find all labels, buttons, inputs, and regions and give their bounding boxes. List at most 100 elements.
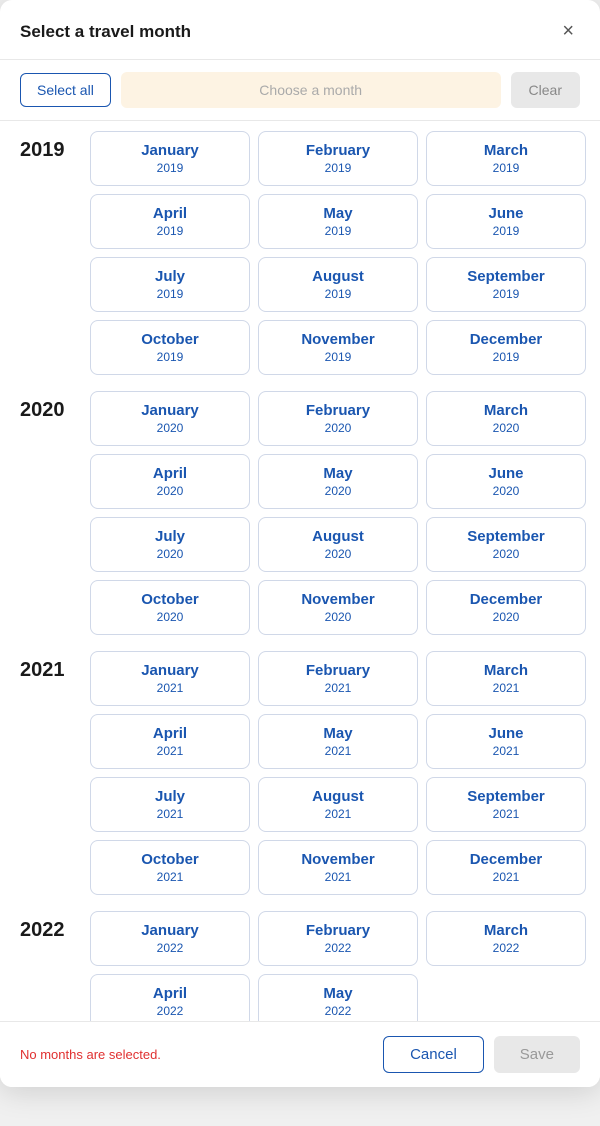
month-button-march-2021[interactable]: March 2021 bbox=[426, 651, 586, 706]
months-grid-2019: January2019February2019March2019April201… bbox=[90, 131, 586, 375]
month-name-label: April bbox=[153, 725, 187, 742]
month-button-december-2019[interactable]: December2019 bbox=[426, 320, 586, 375]
month-button-september-2020[interactable]: September2020 bbox=[426, 517, 586, 572]
month-year-label: 2020 bbox=[325, 421, 352, 435]
month-year-label: 2019 bbox=[325, 287, 352, 301]
month-name-label: January bbox=[141, 142, 199, 159]
month-year-label: 2021 bbox=[325, 870, 352, 884]
month-name-label: February bbox=[306, 922, 370, 939]
month-button-april-2022[interactable]: April 2022 bbox=[90, 974, 250, 1021]
month-name-label: April bbox=[153, 465, 187, 482]
month-year-label: 2019 bbox=[157, 350, 184, 364]
month-name-label: June bbox=[488, 205, 523, 222]
month-button-february-2020[interactable]: February2020 bbox=[258, 391, 418, 446]
month-button-january-2022[interactable]: January2022 bbox=[90, 911, 250, 966]
month-button-december-2020[interactable]: December2020 bbox=[426, 580, 586, 635]
month-name-label: June bbox=[488, 465, 523, 482]
month-name-label: September bbox=[467, 788, 545, 805]
month-button-june-2021[interactable]: June2021 bbox=[426, 714, 586, 769]
months-grid-2021: January2021February2021March2021April202… bbox=[90, 651, 586, 895]
choose-month-display: Choose a month bbox=[121, 72, 501, 108]
month-button-february-2022[interactable]: February2022 bbox=[258, 911, 418, 966]
year-section-2019: 2019January2019February2019March2019Apri… bbox=[20, 131, 586, 375]
footer-actions: Cancel Save bbox=[383, 1036, 580, 1073]
month-button-may-2021[interactable]: May2021 bbox=[258, 714, 418, 769]
month-button-september-2021[interactable]: September 2021 bbox=[426, 777, 586, 832]
month-button-january-2019[interactable]: January 2019 bbox=[90, 131, 250, 186]
months-scroll-area: 2019January2019February2019March2019Apri… bbox=[0, 121, 600, 1021]
month-button-june-2020[interactable]: June2020 bbox=[426, 454, 586, 509]
month-button-march-2019[interactable]: March2019 bbox=[426, 131, 586, 186]
month-button-august-2021[interactable]: August 2021 bbox=[258, 777, 418, 832]
month-button-april-2020[interactable]: April2020 bbox=[90, 454, 250, 509]
month-name-label: March bbox=[484, 662, 528, 679]
month-button-july-2020[interactable]: July2020 bbox=[90, 517, 250, 572]
month-button-may-2020[interactable]: May 2020 bbox=[258, 454, 418, 509]
month-name-label: January bbox=[141, 662, 199, 679]
month-button-may-2019[interactable]: May2019 bbox=[258, 194, 418, 249]
month-year-label: 2020 bbox=[493, 421, 520, 435]
month-button-november-2020[interactable]: November 2020 bbox=[258, 580, 418, 635]
month-button-august-2020[interactable]: August2020 bbox=[258, 517, 418, 572]
month-name-label: August bbox=[312, 788, 364, 805]
month-name-label: May bbox=[323, 465, 352, 482]
month-year-label: 2022 bbox=[157, 1004, 184, 1018]
month-name-label: November bbox=[301, 591, 374, 608]
month-year-label: 2021 bbox=[325, 807, 352, 821]
month-button-november-2021[interactable]: November 2021 bbox=[258, 840, 418, 895]
month-name-label: April bbox=[153, 985, 187, 1002]
month-name-label: May bbox=[323, 205, 352, 222]
month-year-label: 2020 bbox=[325, 484, 352, 498]
month-button-october-2021[interactable]: October2021 bbox=[90, 840, 250, 895]
month-button-march-2022[interactable]: March2022 bbox=[426, 911, 586, 966]
month-button-january-2021[interactable]: January2021 bbox=[90, 651, 250, 706]
year-label-2020: 2020 bbox=[20, 391, 90, 422]
month-button-september-2019[interactable]: September2019 bbox=[426, 257, 586, 312]
months-grid-2020: January2020February2020March2020April202… bbox=[90, 391, 586, 635]
month-button-february-2019[interactable]: February2019 bbox=[258, 131, 418, 186]
month-button-august-2019[interactable]: August2019 bbox=[258, 257, 418, 312]
month-year-label: 2019 bbox=[157, 161, 184, 175]
month-button-december-2021[interactable]: December2021 bbox=[426, 840, 586, 895]
month-button-july-2021[interactable]: July2021 bbox=[90, 777, 250, 832]
month-button-october-2019[interactable]: October 2019 bbox=[90, 320, 250, 375]
month-year-label: 2021 bbox=[493, 744, 520, 758]
month-year-label: 2021 bbox=[325, 744, 352, 758]
month-button-january-2020[interactable]: January 2020 bbox=[90, 391, 250, 446]
month-name-label: October bbox=[141, 331, 199, 348]
month-name-label: January bbox=[141, 402, 199, 419]
month-name-label: September bbox=[467, 268, 545, 285]
month-name-label: July bbox=[155, 788, 185, 805]
month-button-april-2019[interactable]: April2019 bbox=[90, 194, 250, 249]
month-button-june-2019[interactable]: June2019 bbox=[426, 194, 586, 249]
month-year-label: 2020 bbox=[325, 610, 352, 624]
month-button-april-2021[interactable]: April2021 bbox=[90, 714, 250, 769]
month-button-february-2021[interactable]: February2021 bbox=[258, 651, 418, 706]
footer-status: No months are selected. bbox=[20, 1047, 161, 1062]
month-year-label: 2022 bbox=[325, 1004, 352, 1018]
modal-footer: No months are selected. Cancel Save bbox=[0, 1021, 600, 1087]
save-button[interactable]: Save bbox=[494, 1036, 580, 1073]
clear-button[interactable]: Clear bbox=[511, 72, 580, 108]
year-label-2021: 2021 bbox=[20, 651, 90, 682]
month-name-label: March bbox=[484, 142, 528, 159]
month-button-july-2019[interactable]: July2019 bbox=[90, 257, 250, 312]
month-year-label: 2020 bbox=[157, 421, 184, 435]
month-button-march-2020[interactable]: March 2020 bbox=[426, 391, 586, 446]
month-button-november-2019[interactable]: November2019 bbox=[258, 320, 418, 375]
month-name-label: November bbox=[301, 851, 374, 868]
month-year-label: 2022 bbox=[493, 941, 520, 955]
month-name-label: March bbox=[484, 402, 528, 419]
close-button[interactable]: × bbox=[556, 18, 580, 45]
month-button-may-2022[interactable]: May2022 bbox=[258, 974, 418, 1021]
month-button-october-2020[interactable]: October2020 bbox=[90, 580, 250, 635]
month-year-label: 2021 bbox=[493, 807, 520, 821]
modal-header: Select a travel month × bbox=[0, 0, 600, 60]
month-year-label: 2019 bbox=[157, 224, 184, 238]
month-name-label: February bbox=[306, 142, 370, 159]
cancel-button[interactable]: Cancel bbox=[383, 1036, 484, 1073]
year-label-2022: 2022 bbox=[20, 911, 90, 942]
month-year-label: 2021 bbox=[493, 681, 520, 695]
month-year-label: 2019 bbox=[493, 350, 520, 364]
select-all-button[interactable]: Select all bbox=[20, 73, 111, 107]
